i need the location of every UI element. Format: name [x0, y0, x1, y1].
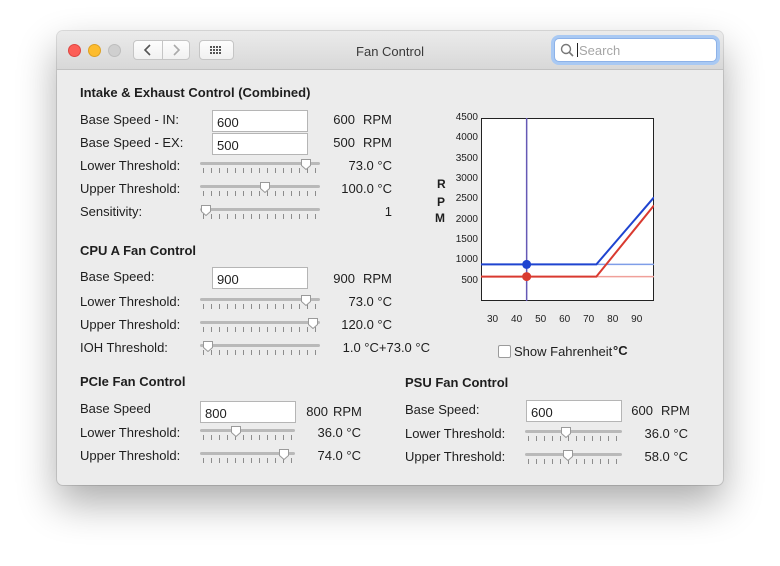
pcie-base-speed-unit: RPM: [333, 404, 362, 419]
temperature-unit-label: °C: [613, 343, 628, 358]
sensitivity-value: 1: [384, 204, 392, 219]
pcie-section-title: PCIe Fan Control: [80, 374, 186, 389]
x-tick-label: 40: [511, 314, 523, 325]
y-tick-label: 4500: [455, 112, 478, 123]
cpu-upper-threshold-label: Upper Threshold:: [80, 317, 181, 332]
search-placeholder: Search: [579, 43, 621, 58]
combined-lower-threshold-label: Lower Threshold:: [80, 158, 181, 173]
slider-thumb[interactable]: [202, 340, 214, 352]
x-tick-label: 30: [487, 314, 499, 325]
text-caret: [577, 43, 578, 57]
slider-thumb[interactable]: [259, 181, 271, 193]
slider-thumb[interactable]: [562, 449, 574, 461]
psu-upper-threshold-value: 58.0 °C: [644, 449, 688, 464]
ioh-threshold-slider[interactable]: [200, 341, 320, 355]
pcie-lower-threshold-label: Lower Threshold:: [80, 425, 181, 440]
x-tick-label: 60: [559, 314, 571, 325]
base-speed-ex-label: Base Speed - EX:: [80, 135, 184, 150]
search-icon: [560, 43, 574, 57]
psu-base-speed-value: 600: [631, 403, 653, 418]
y-tick-label: 2000: [455, 213, 478, 225]
y-tick-label: 2500: [455, 193, 478, 205]
x-tick-label: 80: [607, 314, 619, 325]
y-tick-label: 3500: [455, 152, 478, 164]
slider-track: [200, 344, 320, 347]
pcie-base-speed-label: Base Speed: [80, 401, 151, 416]
y-tick-label: 500: [461, 274, 478, 286]
combined-upper-threshold-label: Upper Threshold:: [80, 181, 181, 196]
sensitivity-label: Sensitivity:: [80, 204, 143, 219]
pcie-base-speed-value: 800: [306, 404, 328, 419]
show-fahrenheit-checkbox[interactable]: [498, 345, 511, 358]
series-0-current-point: [522, 259, 532, 269]
base-speed-ex-unit: RPM: [363, 135, 392, 150]
pcie-base-speed-field[interactable]: 800: [200, 401, 296, 423]
psu-section-title: PSU Fan Control: [405, 375, 509, 390]
base-speed-ex-value: 500: [333, 135, 355, 150]
combined-upper-threshold-value: 100.0 °C: [341, 181, 392, 196]
x-tick-label: 90: [631, 314, 643, 325]
x-tick-label: 70: [583, 314, 595, 325]
cpu-upper-threshold-value: 120.0 °C: [341, 317, 392, 332]
slider-thumb[interactable]: [230, 425, 242, 437]
psu-base-speed-unit: RPM: [661, 403, 690, 418]
pcie-upper-threshold-value: 74.0 °C: [317, 448, 361, 463]
cpu-base-speed-unit: RPM: [363, 271, 392, 286]
series-1-current-point: [522, 272, 532, 282]
y-tick-label: 1000: [455, 254, 478, 266]
psu-lower-threshold-label: Lower Threshold:: [405, 426, 506, 441]
base-speed-in-value: 600: [333, 112, 355, 127]
fan-control-window: Fan Control Search Intake & Exhaust Cont…: [57, 31, 723, 485]
y-tick-label: 3000: [455, 173, 478, 184]
psu-lower-threshold-value: 36.0 °C: [644, 426, 688, 441]
combined-lower-threshold-value: 73.0 °C: [348, 158, 392, 173]
y-tick-label: 4000: [455, 132, 478, 144]
slider-thumb[interactable]: [560, 426, 572, 438]
base-speed-in-field[interactable]: 600: [212, 110, 308, 132]
psu-base-speed-field[interactable]: 600: [526, 400, 622, 422]
title-bar: Fan Control Search: [57, 31, 723, 70]
slider-ticks: [203, 350, 317, 355]
pcie-upper-threshold-label: Upper Threshold:: [80, 448, 181, 463]
psu-base-speed-label: Base Speed:: [405, 402, 480, 417]
search-input[interactable]: Search: [554, 38, 717, 62]
cpu-base-speed-field[interactable]: 900: [212, 267, 308, 289]
cpu-lower-threshold-label: Lower Threshold:: [80, 294, 181, 309]
chart-plot-area: [481, 118, 654, 301]
x-tick-label: 50: [535, 314, 547, 325]
slider-thumb[interactable]: [200, 204, 212, 216]
base-speed-in-label: Base Speed - IN:: [80, 112, 179, 127]
fan-curve-chart: [481, 118, 654, 301]
y-tick-label: 1500: [455, 234, 478, 245]
show-fahrenheit-label: Show Fahrenheit: [514, 344, 613, 359]
cpu-section-title: CPU A Fan Control: [80, 243, 197, 258]
cpu-lower-threshold-value: 73.0 °C: [348, 294, 392, 309]
base-speed-in-unit: RPM: [363, 112, 392, 127]
cpu-base-speed-value: 900: [333, 271, 355, 286]
cpu-base-speed-label: Base Speed:: [80, 269, 155, 284]
ioh-threshold-value: 1.0 °C+73.0 °C: [342, 340, 430, 355]
base-speed-ex-field[interactable]: 500: [212, 133, 308, 155]
ioh-threshold-label: IOH Threshold:: [80, 340, 168, 355]
pcie-lower-threshold-value: 36.0 °C: [317, 425, 361, 440]
psu-upper-threshold-label: Upper Threshold:: [405, 449, 506, 464]
combined-section-title: Intake & Exhaust Control (Combined): [80, 85, 311, 100]
